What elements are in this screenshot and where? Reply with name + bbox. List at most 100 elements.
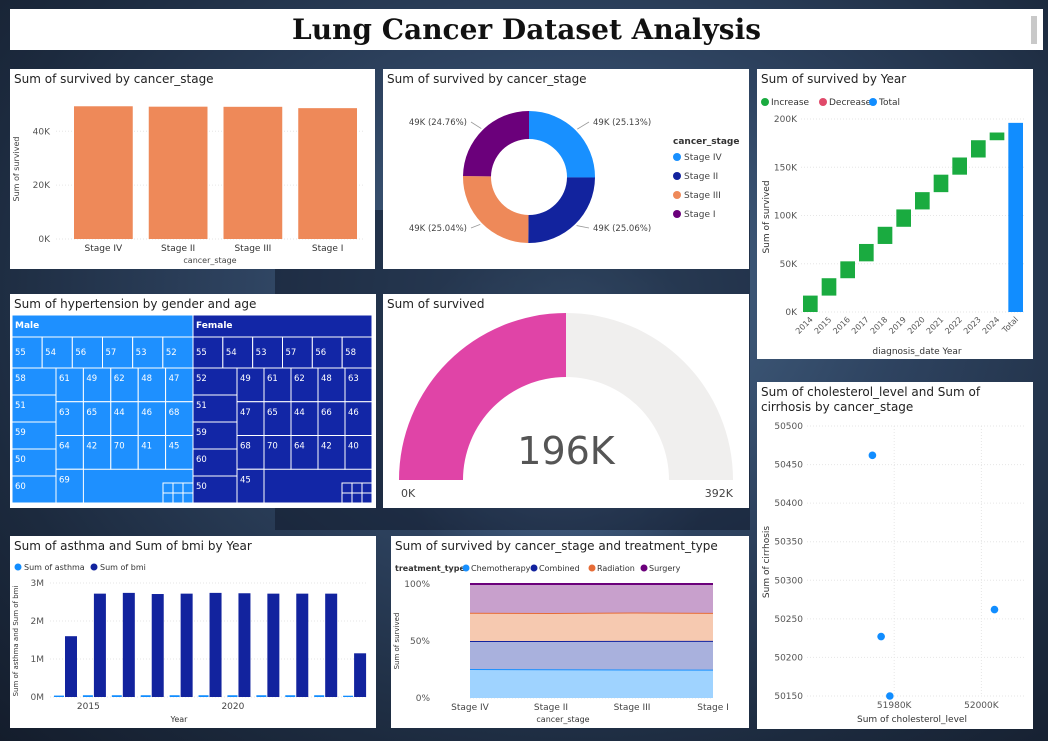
bmi-bar	[93, 593, 106, 697]
cell-label: 53	[256, 348, 267, 358]
cell-label: 58	[15, 374, 26, 384]
x-tick-label: 51980K	[877, 701, 913, 711]
bmi-bar	[209, 592, 222, 697]
donut-chart-card[interactable]: Sum of survived by cancer_stage 49K (25.…	[383, 69, 749, 269]
cell-label: 50	[15, 455, 26, 465]
legend-label: Decrease	[829, 98, 872, 108]
legend-marker	[761, 98, 769, 106]
legend-label: Chemotherapy	[471, 564, 531, 573]
cell-label: 66	[321, 408, 332, 418]
asthma-bar	[111, 695, 122, 697]
x-tick-label: 2018	[869, 315, 890, 336]
asthma-bar	[140, 695, 151, 697]
area-chart-card[interactable]: Sum of survived by cancer_stage and trea…	[391, 536, 749, 728]
donut-slice	[463, 176, 529, 243]
increase-bar	[989, 132, 1005, 141]
legend-label: Stage III	[684, 191, 721, 201]
area-band	[470, 640, 713, 670]
treemap-chart: Male 55 54 56 57 53 52 58 51 59 50 60 61 49 62 48 47 63 65…	[11, 314, 373, 504]
data-label: 49K (25.04%)	[409, 224, 467, 234]
cell-label: 52	[196, 374, 207, 384]
gauge-value-label: 196K	[517, 429, 616, 473]
cell-label: 62	[294, 374, 305, 384]
scatter-point	[868, 451, 877, 460]
x-tick-label: Stage I	[697, 703, 729, 713]
cell-label: 64	[59, 442, 70, 452]
cell-label: 54	[226, 348, 237, 358]
cell-label: 64	[294, 442, 305, 452]
legend-label: Stage IV	[684, 153, 723, 163]
y-tick-label: 50%	[410, 637, 430, 647]
bar-chart: 0K 20K 40K Stage IV Stage II Stage III Stage I…	[12, 106, 365, 265]
cell-label: 52	[166, 348, 177, 358]
legend-marker	[673, 191, 681, 199]
bar	[74, 106, 133, 239]
bmi-bar	[296, 593, 309, 697]
bar	[298, 108, 357, 240]
bmi-bar	[151, 594, 164, 697]
bar	[223, 106, 283, 239]
scatter-chart-card[interactable]: Sum of cholesterol_level and Sum of cirr…	[757, 382, 1033, 729]
treemap-cell	[351, 482, 363, 494]
cell-label: 41	[141, 442, 152, 452]
treemap-cell	[162, 492, 174, 504]
y-tick-label: 50400	[774, 499, 803, 509]
y-tick-label: 50200	[774, 653, 803, 663]
area-band	[470, 669, 713, 698]
y-tick-label: 3M	[31, 579, 45, 589]
cell-label: 47	[169, 374, 180, 384]
y-tick-label: 0K	[785, 308, 798, 318]
increase-bar	[821, 278, 837, 296]
x-tick-label: Stage II	[534, 703, 568, 713]
legend-marker	[819, 98, 827, 106]
cell-label: 46	[141, 408, 152, 418]
bar-chart-card[interactable]: Sum of survived by cancer_stage 0K 20K 40K…	[10, 69, 375, 269]
cell-label: 53	[136, 348, 147, 358]
cell-label: 63	[348, 374, 359, 384]
x-tick-label: 2019	[887, 315, 908, 336]
treemap-cell	[182, 492, 194, 504]
y-tick-label: 1M	[31, 655, 45, 665]
cell-label: 50	[196, 482, 207, 492]
bmi-bar	[354, 653, 367, 697]
gauge-chart: 196K 0K 392K	[399, 313, 734, 500]
treemap-cell	[361, 492, 373, 504]
waterfall-chart-card[interactable]: Sum of survived by Year Increase Decrease…	[757, 69, 1033, 359]
increase-bar	[971, 140, 986, 158]
treemap-cell	[361, 482, 373, 494]
cell-label: 44	[294, 408, 305, 418]
leader-line	[470, 121, 482, 129]
y-tick-label: 50450	[774, 461, 803, 471]
scrollbar[interactable]	[1031, 16, 1037, 44]
legend-marker	[673, 153, 681, 161]
data-label: 49K (25.13%)	[593, 118, 651, 128]
asthma-bar	[54, 695, 64, 697]
cell-label: 55	[196, 348, 207, 358]
x-axis-title: cancer_stage	[536, 715, 589, 724]
y-tick-label: 50350	[774, 538, 803, 548]
x-tick-label: 2015	[813, 315, 834, 336]
increase-bar	[933, 174, 949, 193]
y-axis-title: Sum of cirrhosis	[762, 526, 772, 599]
cell-label: 44	[114, 408, 125, 418]
gauge-card[interactable]: Sum of survived 196K 0K 392K	[383, 294, 749, 508]
waterfall-chart: Increase Decrease Total 0K 50K 100K 150K 200K 20…	[761, 98, 1025, 357]
cell-label: 45	[240, 475, 251, 485]
legend-marker	[462, 564, 470, 572]
legend-label: Radiation	[597, 564, 635, 573]
x-axis-title: cancer_stage	[183, 256, 236, 265]
gauge-max-label: 392K	[705, 487, 734, 500]
dashboard-title-bar: Lung Cancer Dataset Analysis	[10, 9, 1043, 50]
combo-chart-card[interactable]: Sum of asthma and Sum of bmi by Year Sum…	[10, 536, 376, 728]
asthma-bar	[227, 695, 238, 697]
treemap-card[interactable]: Sum of hypertension by gender and age Ma…	[10, 294, 376, 508]
asthma-bar	[169, 695, 180, 697]
cell-label: 49	[240, 374, 251, 384]
legend-marker	[673, 172, 681, 180]
y-tick-label: 40K	[33, 127, 51, 137]
y-axis-title: Sum of asthma and Sum of bmi	[12, 586, 20, 697]
cell-label: 58	[345, 348, 356, 358]
y-tick-label: 0%	[416, 694, 431, 704]
y-axis-title: Sum of survived	[762, 180, 772, 253]
cell-label: 54	[45, 348, 56, 358]
